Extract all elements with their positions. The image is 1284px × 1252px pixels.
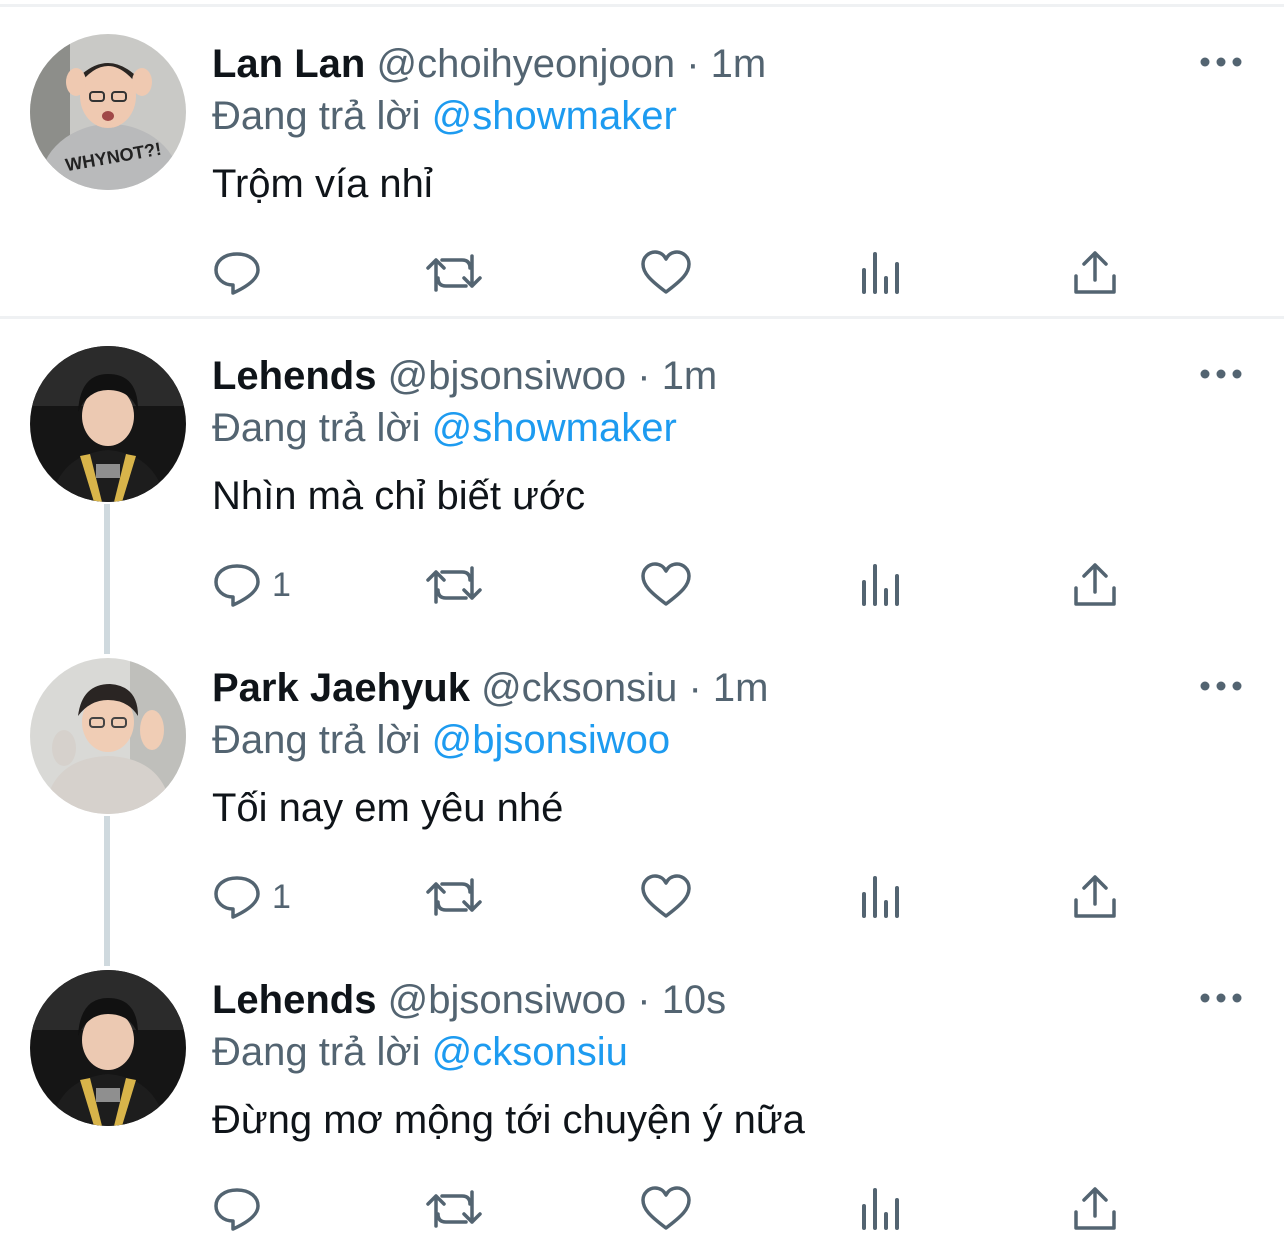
tweet-header: Park Jaehyuk @cksonsiu · 1m	[212, 664, 768, 712]
replying-to: Đang trả lời @cksonsiu	[212, 1028, 628, 1076]
timestamp[interactable]: 10s	[662, 978, 727, 1022]
timestamp[interactable]: 1m	[713, 666, 769, 710]
display-name[interactable]: Lehends	[212, 978, 376, 1022]
action-bar: 1	[212, 862, 1212, 932]
separator-dot: ·	[686, 42, 700, 86]
like-icon	[641, 874, 691, 918]
tweet-header: Lehends @bjsonsiwoo · 1m	[212, 352, 717, 400]
reply-icon	[214, 1188, 260, 1231]
reply-count: 1	[272, 877, 291, 916]
reply-icon	[214, 564, 260, 607]
share-icon	[1074, 875, 1116, 918]
tweet-text: Đừng mơ mộng tới chuyện ý nữa	[212, 1098, 805, 1142]
tweet-text: Tối nay em yêu nhé	[212, 786, 564, 830]
timestamp[interactable]: 1m	[662, 354, 718, 398]
retweet-icon	[426, 254, 482, 292]
views-button[interactable]	[860, 550, 904, 620]
views-icon	[862, 252, 899, 294]
action-bar: 1	[212, 550, 1212, 620]
reply-button[interactable]	[212, 238, 272, 308]
user-handle[interactable]: @cksonsiu	[481, 666, 677, 710]
like-button[interactable]	[640, 238, 692, 308]
mention-link[interactable]: @showmaker	[432, 94, 677, 138]
tweet[interactable]: Park Jaehyuk @cksonsiu · 1m Đang trả lời…	[0, 628, 1284, 940]
retweet-button[interactable]	[426, 238, 482, 308]
reply-icon	[214, 876, 260, 919]
replying-to: Đang trả lời @showmaker	[212, 92, 677, 140]
separator-dot: ·	[688, 666, 702, 710]
share-icon	[1074, 1187, 1116, 1230]
like-icon	[641, 562, 691, 606]
reply-button[interactable]	[212, 1174, 272, 1244]
user-handle[interactable]: @bjsonsiwoo	[388, 978, 627, 1022]
like-button[interactable]	[640, 550, 692, 620]
avatar[interactable]	[30, 346, 186, 502]
retweet-button[interactable]	[426, 550, 482, 620]
replying-to-label: Đang trả lời	[212, 1030, 421, 1074]
replying-to: Đang trả lời @showmaker	[212, 404, 677, 452]
more-icon[interactable]	[1196, 362, 1246, 386]
display-name[interactable]: Lan Lan	[212, 42, 365, 86]
tweet-text: Trộm vía nhỉ	[212, 162, 433, 206]
reply-count: 1	[272, 565, 291, 604]
more-icon[interactable]	[1196, 986, 1246, 1010]
separator-dot: ·	[637, 354, 651, 398]
reply-button[interactable]: 1	[212, 862, 291, 932]
views-icon	[862, 564, 899, 606]
mention-link[interactable]: @cksonsiu	[432, 1030, 628, 1074]
tweet[interactable]: WHYNOT?! Lan Lan @choihyeonjoon · 1m Đan…	[0, 4, 1284, 316]
display-name[interactable]: Lehends	[212, 354, 376, 398]
user-handle[interactable]: @bjsonsiwoo	[388, 354, 627, 398]
share-button[interactable]	[1072, 550, 1118, 620]
mention-link[interactable]: @showmaker	[432, 406, 677, 450]
like-button[interactable]	[640, 1174, 692, 1244]
tweet-text: Nhìn mà chỉ biết ước	[212, 474, 586, 518]
share-button[interactable]	[1072, 1174, 1118, 1244]
tweet[interactable]: Lehends @bjsonsiwoo · 10s Đang trả lời @…	[0, 940, 1284, 1252]
tweet-header: Lan Lan @choihyeonjoon · 1m	[212, 40, 766, 88]
share-icon	[1074, 251, 1116, 294]
mention-link[interactable]: @bjsonsiwoo	[432, 718, 671, 762]
action-bar	[212, 238, 1212, 308]
separator-dot: ·	[637, 978, 651, 1022]
replying-to-label: Đang trả lời	[212, 94, 421, 138]
views-button[interactable]	[860, 238, 904, 308]
avatar[interactable]: WHYNOT?!	[30, 34, 186, 190]
tweet-header: Lehends @bjsonsiwoo · 10s	[212, 976, 726, 1024]
share-button[interactable]	[1072, 238, 1118, 308]
action-bar	[212, 1174, 1212, 1244]
retweet-icon	[426, 878, 482, 916]
views-button[interactable]	[860, 1174, 904, 1244]
retweet-icon	[426, 566, 482, 604]
replying-to-label: Đang trả lời	[212, 406, 421, 450]
replying-to: Đang trả lời @bjsonsiwoo	[212, 716, 670, 764]
reply-button[interactable]: 1	[212, 550, 291, 620]
like-icon	[641, 250, 691, 294]
display-name[interactable]: Park Jaehyuk	[212, 666, 470, 710]
retweet-button[interactable]	[426, 1174, 482, 1244]
more-icon[interactable]	[1196, 674, 1246, 698]
retweet-button[interactable]	[426, 862, 482, 932]
like-button[interactable]	[640, 862, 692, 932]
user-handle[interactable]: @choihyeonjoon	[376, 42, 675, 86]
avatar[interactable]	[30, 970, 186, 1126]
reply-icon	[214, 252, 260, 295]
share-icon	[1074, 563, 1116, 606]
tweet[interactable]: Lehends @bjsonsiwoo · 1m Đang trả lời @s…	[0, 316, 1284, 628]
like-icon	[641, 1186, 691, 1230]
avatar[interactable]	[30, 658, 186, 814]
more-icon[interactable]	[1196, 50, 1246, 74]
views-icon	[862, 1188, 899, 1230]
views-button[interactable]	[860, 862, 904, 932]
replying-to-label: Đang trả lời	[212, 718, 421, 762]
timestamp[interactable]: 1m	[711, 42, 767, 86]
retweet-icon	[426, 1190, 482, 1228]
share-button[interactable]	[1072, 862, 1118, 932]
views-icon	[862, 876, 899, 918]
